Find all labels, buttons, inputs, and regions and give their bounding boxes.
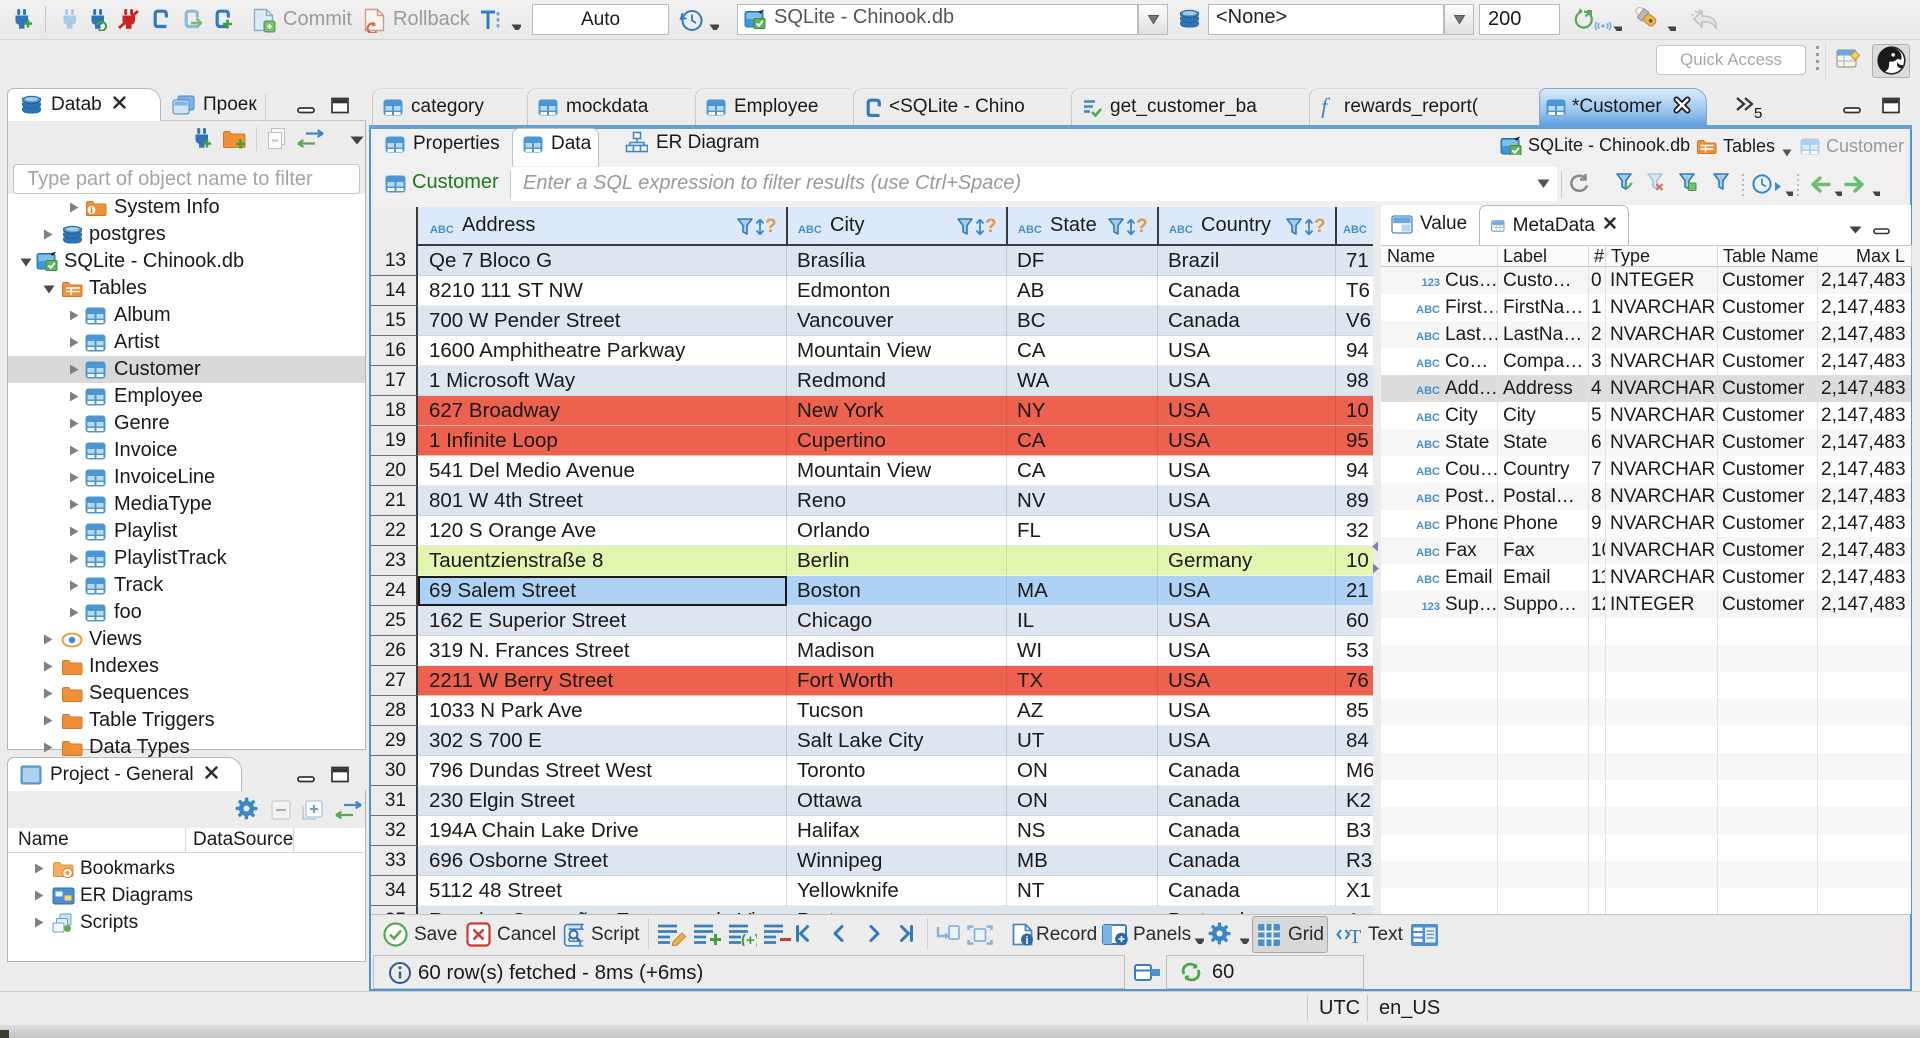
svg-text:T: T bbox=[1349, 926, 1361, 947]
svg-text:f: f bbox=[1321, 96, 1331, 118]
svg-text:(+): (+) bbox=[741, 932, 757, 946]
svg-text:i: i bbox=[90, 206, 93, 216]
svg-text:i: i bbox=[1025, 935, 1028, 947]
svg-text:5: 5 bbox=[1754, 105, 1762, 120]
